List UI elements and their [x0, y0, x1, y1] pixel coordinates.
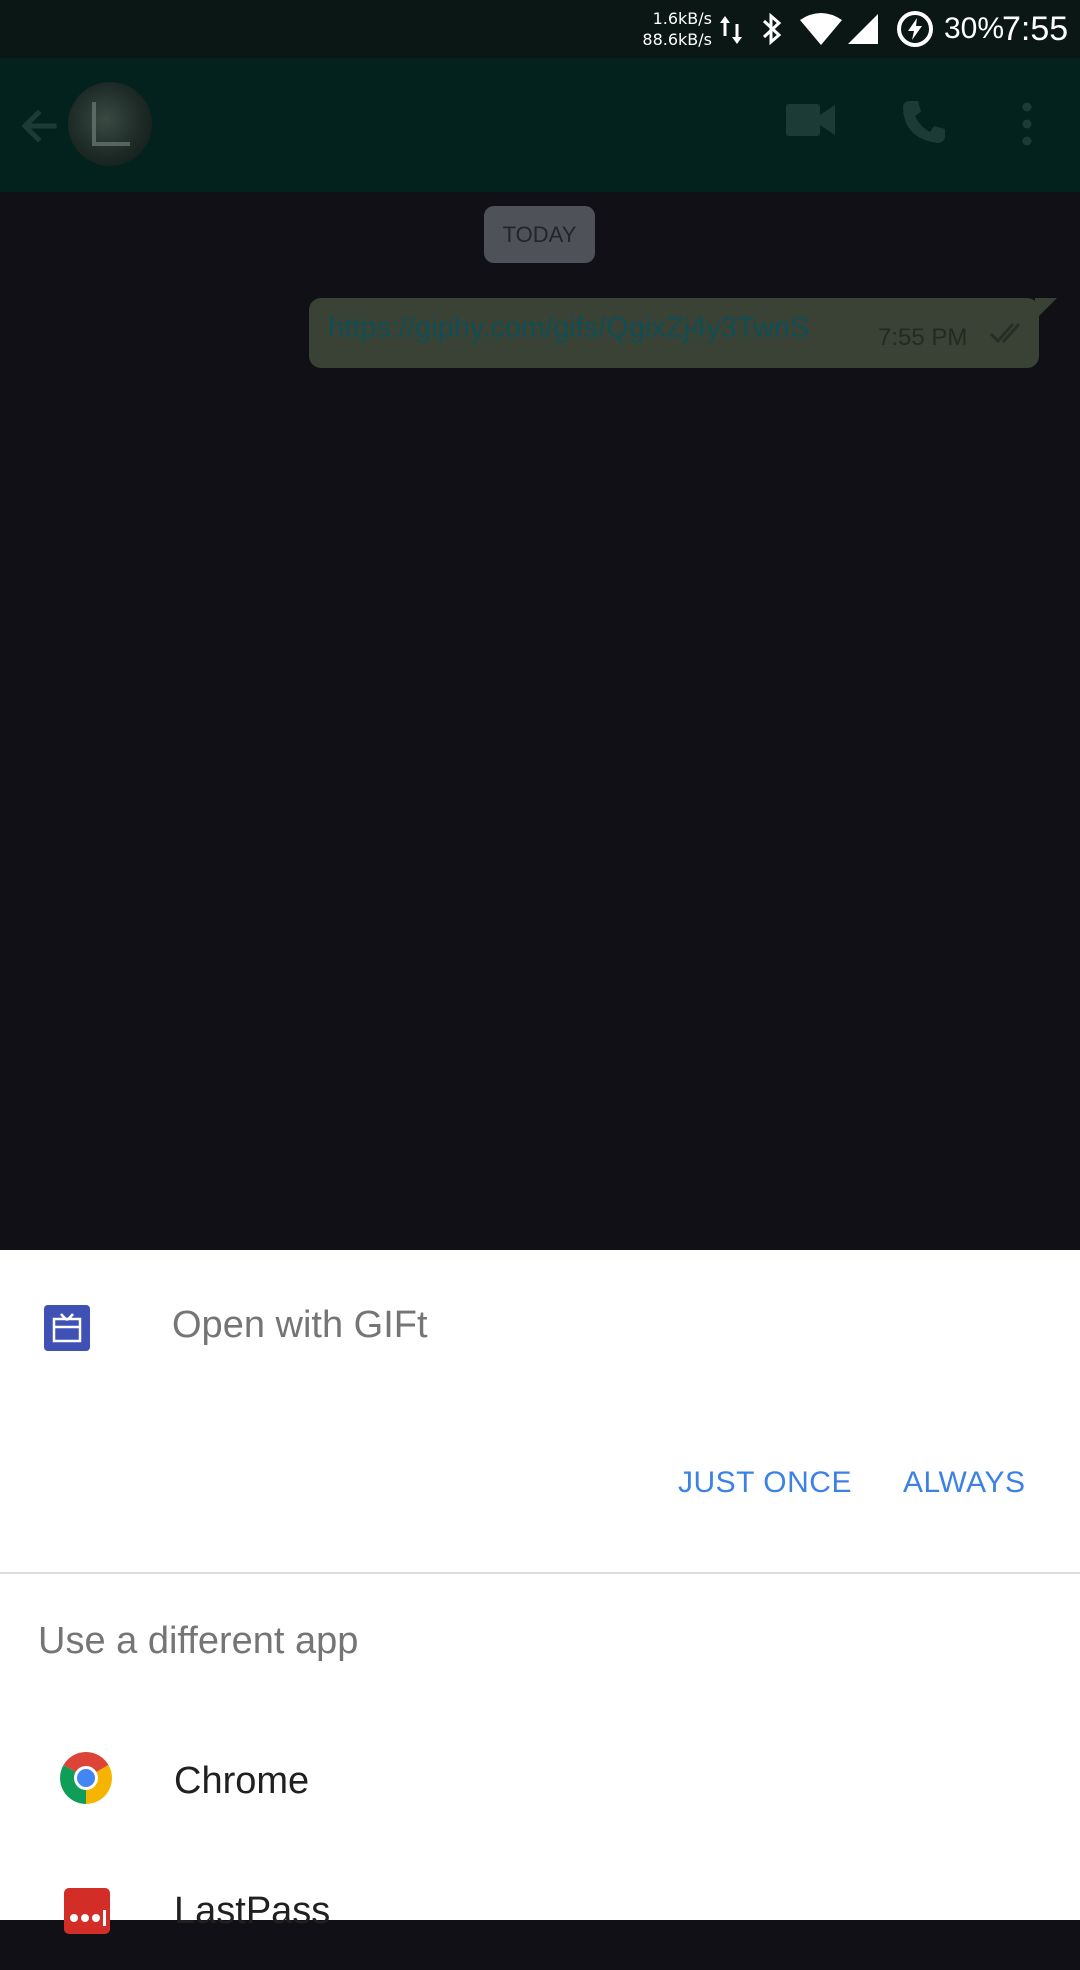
message-link[interactable]: https://giphy.com/gifs/QgixZj4y3TwnS: [328, 312, 809, 345]
cell-signal-icon: [848, 14, 878, 44]
avatar[interactable]: [68, 82, 152, 166]
divider: [0, 1572, 1080, 1574]
chat-area: TODAY https://giphy.com/gifs/QgixZj4y3Tw…: [0, 192, 1080, 1250]
lastpass-icon: [64, 1888, 110, 1934]
battery-charging-icon: [897, 11, 933, 47]
chrome-icon: [60, 1752, 112, 1804]
gift-app-icon: [44, 1305, 90, 1351]
phone-icon[interactable]: [900, 98, 948, 146]
app-name: Chrome: [174, 1760, 310, 1802]
download-speed: 88.6kB/s: [642, 30, 712, 49]
date-label: TODAY: [484, 206, 595, 263]
avatar-image: [92, 102, 130, 146]
chat-header: [0, 58, 1080, 192]
message-bubble[interactable]: https://giphy.com/gifs/QgixZj4y3TwnS 7:5…: [309, 298, 1057, 368]
open-with-dialog: Open with GIFt JUST ONCE ALWAYS Use a di…: [0, 1250, 1080, 1934]
status-bar: 1.6kB/s 88.6kB/s 30% 7:55: [0, 0, 1080, 58]
always-button[interactable]: ALWAYS: [903, 1466, 1025, 1500]
battery-percent: 30%: [944, 12, 1005, 45]
dialog-title: Open with GIFt: [172, 1304, 428, 1346]
back-arrow-icon[interactable]: [14, 101, 64, 151]
network-speed: 1.6kB/s 88.6kB/s: [630, 8, 712, 50]
message-time: 7:55 PM: [878, 324, 968, 351]
upload-speed: 1.6kB/s: [652, 9, 712, 28]
just-once-button[interactable]: JUST ONCE: [678, 1466, 852, 1500]
wifi-icon: [800, 13, 842, 45]
video-call-icon[interactable]: [785, 102, 837, 138]
app-item-chrome[interactable]: Chrome: [0, 1718, 1080, 1838]
bluetooth-icon: [762, 12, 782, 46]
double-check-icon: [989, 323, 1021, 344]
more-vert-icon[interactable]: [1016, 102, 1038, 146]
app-item-lastpass[interactable]: LastPass: [0, 1850, 1080, 1970]
different-app-label: Use a different app: [38, 1620, 359, 1662]
bubble-tail: [1035, 298, 1057, 320]
app-name: LastPass: [174, 1890, 331, 1932]
data-transfer-icon: [720, 16, 742, 44]
clock: 7:55: [1002, 10, 1069, 48]
